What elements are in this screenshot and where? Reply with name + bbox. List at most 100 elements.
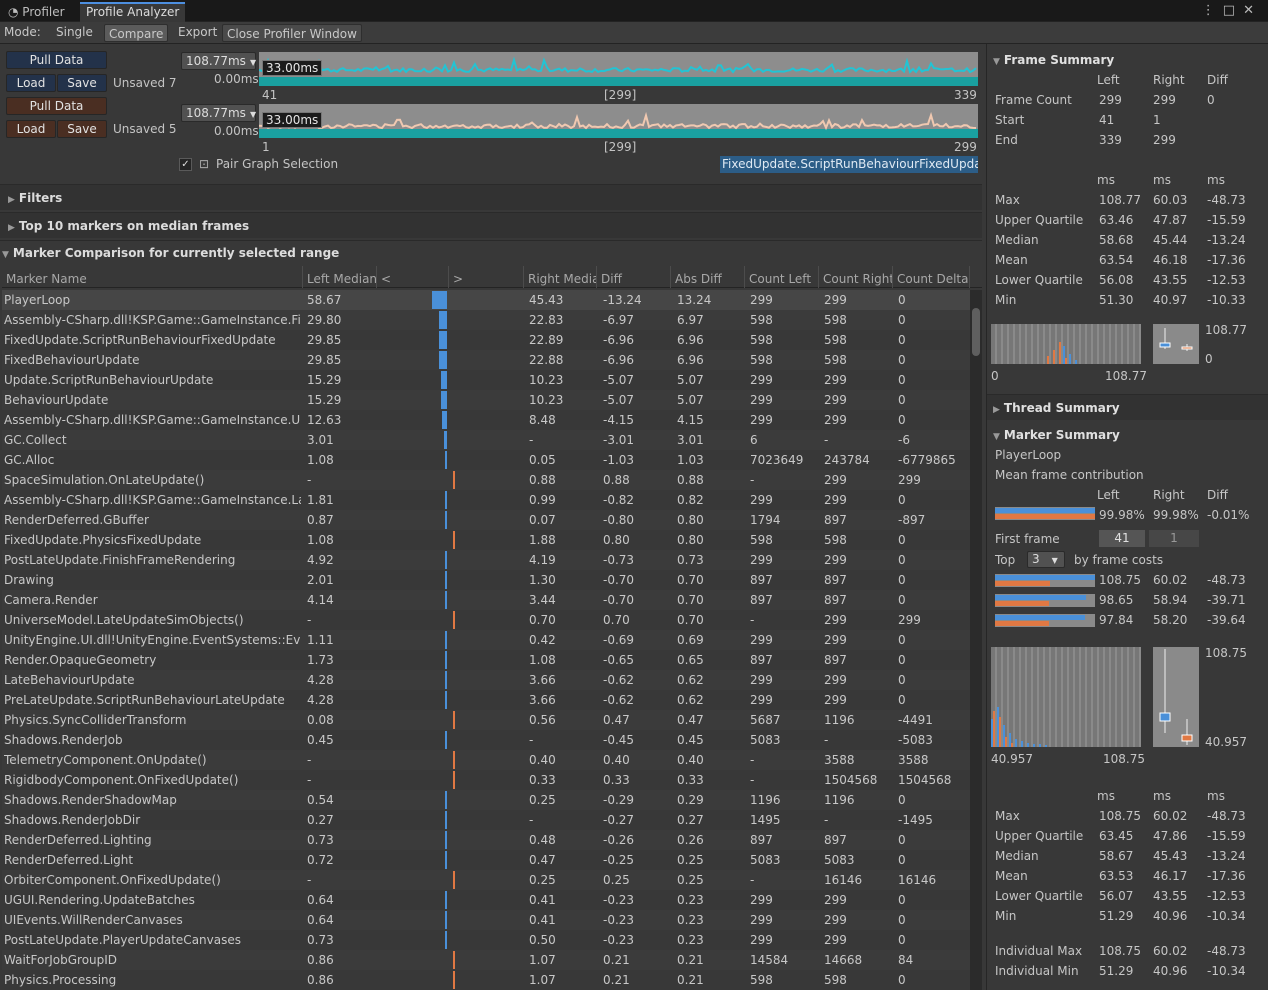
cell-right-median: 0.99 bbox=[529, 493, 556, 507]
marker-histogram-svg bbox=[991, 647, 1139, 747]
table-row[interactable]: Shadows.RenderJob 0.45 - -0.45 0.45 5083 - -508… bbox=[2, 730, 970, 750]
close-icon[interactable]: ✕ bbox=[1243, 3, 1262, 18]
table-row[interactable]: FixedUpdate.PhysicsFixedUpdate 1.08 1.88 0.… bbox=[2, 530, 970, 550]
cell-left-median: - bbox=[307, 613, 312, 627]
more-options-icon[interactable]: ⋮ bbox=[1202, 3, 1223, 18]
right-max-value: 108.77ms bbox=[186, 106, 246, 120]
table-row[interactable]: UnityEngine.UI.dll!UnityEngine.EventSyst… bbox=[2, 630, 970, 650]
right-max-dropdown[interactable]: 108.77ms ▼ bbox=[181, 104, 256, 122]
ms-top-dropdown[interactable]: 3 ▼ bbox=[1027, 551, 1065, 568]
thread-summary-foldout[interactable]: ▶ Thread Summary bbox=[987, 394, 1268, 420]
ms-first-frame-left-button[interactable]: 41 bbox=[1099, 530, 1145, 547]
right-axis-mid: [299] bbox=[604, 140, 637, 154]
col-right-median[interactable]: Right Media bbox=[524, 266, 597, 288]
table-row[interactable]: Physics.Processing 0.86 1.07 0.21 0.21 598 598… bbox=[2, 970, 970, 990]
table-row[interactable]: WaitForJobGroupID 0.86 1.07 0.21 0.21 14584 14… bbox=[2, 950, 970, 970]
cell-right-median: - bbox=[529, 813, 534, 827]
load-right-button[interactable]: Load bbox=[6, 120, 56, 138]
table-row[interactable]: Physics.SyncColliderTransform 0.08 0.56 0.4… bbox=[2, 710, 970, 730]
cell-left-median: 1.08 bbox=[307, 453, 334, 467]
table-row[interactable]: Update.ScriptRunBehaviourUpdate 15.29 10.2… bbox=[2, 370, 970, 390]
table-row[interactable]: Assembly-CSharp.dll!KSP.Game::GameInstan… bbox=[2, 490, 970, 510]
table-row[interactable]: PostLateUpdate.FinishFrameRendering 4.92 4… bbox=[2, 550, 970, 570]
right-frame-graph[interactable] bbox=[259, 104, 978, 138]
col-right-bar[interactable]: > bbox=[449, 266, 524, 288]
table-row[interactable]: PostLateUpdate.PlayerUpdateCanvases 0.73 0… bbox=[2, 930, 970, 950]
table-row[interactable]: FixedBehaviourUpdate 29.85 22.88 -6.96 6.96 5… bbox=[2, 350, 970, 370]
filters-foldout[interactable]: ▶ Filters bbox=[0, 184, 982, 210]
frame-summary-title[interactable]: ▼ Frame Summary bbox=[993, 53, 1114, 67]
window-menu-icons[interactable]: ⋮□✕ bbox=[1202, 3, 1262, 18]
cell-right-median: 0.88 bbox=[529, 473, 556, 487]
cell-right-median: 0.07 bbox=[529, 513, 556, 527]
right-target-time-tag: 33.00ms bbox=[262, 112, 323, 128]
table-row[interactable]: PreLateUpdate.ScriptRunBehaviourLateUpda… bbox=[2, 690, 970, 710]
stat-value: 339 bbox=[1099, 133, 1122, 147]
pull-data-right-button[interactable]: Pull Data bbox=[6, 97, 107, 115]
table-row[interactable]: Shadows.RenderJobDir 0.27 - -0.27 0.27 1495 - -… bbox=[2, 810, 970, 830]
stat-value: 40.97 bbox=[1153, 293, 1188, 307]
table-row[interactable]: UniverseModel.LateUpdateSimObjects() - 0.7… bbox=[2, 610, 970, 630]
top10-foldout[interactable]: ▶ Top 10 markers on median frames bbox=[0, 212, 982, 238]
tab-profiler[interactable]: ◔ Profiler bbox=[2, 2, 71, 22]
export-button[interactable]: Export bbox=[174, 24, 221, 42]
col-abs-diff[interactable]: Abs Diff bbox=[671, 266, 745, 288]
table-row[interactable]: Shadows.RenderShadowMap 0.54 0.25 -0.29 0.29… bbox=[2, 790, 970, 810]
comparison-foldout[interactable]: ▼ Marker Comparison for currently selecte… bbox=[0, 240, 982, 264]
hist-left-bar bbox=[991, 719, 993, 747]
col-count-delta[interactable]: Count Delta bbox=[893, 266, 970, 288]
table-row[interactable]: RenderDeferred.Light 0.72 0.47 -0.25 0.25 508… bbox=[2, 850, 970, 870]
table-row[interactable]: OrbiterComponent.OnFixedUpdate() - 0.25 0.2… bbox=[2, 870, 970, 890]
table-row[interactable]: Camera.Render 4.14 3.44 -0.70 0.70 897 897 0 bbox=[2, 590, 970, 610]
ms-box-max: 108.75 bbox=[1205, 646, 1247, 660]
table-row[interactable]: FixedUpdate.ScriptRunBehaviourFixedUpdat… bbox=[2, 330, 970, 350]
table-row[interactable]: Assembly-CSharp.dll!KSP.Game::GameInstan… bbox=[2, 410, 970, 430]
col-diff[interactable]: Diff bbox=[597, 266, 671, 288]
scrollbar-thumb[interactable] bbox=[972, 308, 980, 356]
col-left-bar[interactable]: < bbox=[377, 266, 449, 288]
col-marker-name[interactable]: Marker Name bbox=[2, 266, 303, 288]
pull-data-left-button[interactable]: Pull Data bbox=[6, 51, 107, 69]
hist-left-bar bbox=[997, 707, 999, 747]
stat-label: Frame Count bbox=[995, 93, 1072, 107]
marker-summary-title[interactable]: ▼ Marker Summary bbox=[993, 428, 1120, 442]
table-row[interactable]: RigidbodyComponent.OnFixedUpdate() - 0.33 0… bbox=[2, 770, 970, 790]
pair-graph-checkbox[interactable]: ✓ bbox=[179, 158, 192, 171]
stat-value: 299 bbox=[1099, 93, 1122, 107]
table-row[interactable]: UGUI.Rendering.UpdateBatches 0.64 0.41 -0.2… bbox=[2, 890, 970, 910]
table-row[interactable]: Render.OpaqueGeometry 1.73 1.08 -0.65 0.65 89… bbox=[2, 650, 970, 670]
table-row[interactable]: BehaviourUpdate 15.29 10.23 -5.07 5.07 299 299… bbox=[2, 390, 970, 410]
save-left-button[interactable]: Save bbox=[57, 74, 107, 92]
load-left-button[interactable]: Load bbox=[6, 74, 56, 92]
col-count-left[interactable]: Count Left bbox=[745, 266, 819, 288]
cell-count-right: - bbox=[824, 813, 829, 827]
left-frame-graph[interactable] bbox=[259, 52, 978, 86]
table-row[interactable]: Assembly-CSharp.dll!KSP.Game::GameInstan… bbox=[2, 310, 970, 330]
stat-label: Upper Quartile bbox=[995, 213, 1084, 227]
table-row[interactable]: RenderDeferred.Lighting 0.73 0.48 -0.26 0.26… bbox=[2, 830, 970, 850]
table-row[interactable]: PlayerLoop 58.67 45.43 -13.24 13.24 299 299 0 bbox=[2, 290, 970, 310]
hist-right-bar bbox=[1011, 743, 1013, 747]
table-row[interactable]: UIEvents.WillRenderCanvases 0.64 0.41 -0.23… bbox=[2, 910, 970, 930]
table-row[interactable]: GC.Collect 3.01 - -3.01 3.01 6 - -6 bbox=[2, 430, 970, 450]
col-count-right[interactable]: Count Right bbox=[819, 266, 893, 288]
mode-compare-button[interactable]: Compare bbox=[104, 24, 169, 42]
cell-count-left: 1196 bbox=[750, 793, 781, 807]
maximize-icon[interactable]: □ bbox=[1223, 3, 1243, 18]
mode-single-button[interactable]: Single bbox=[52, 24, 97, 42]
save-right-button[interactable]: Save bbox=[57, 120, 107, 138]
table-row[interactable]: Drawing 2.01 1.30 -0.70 0.70 897 897 0 bbox=[2, 570, 970, 590]
close-profiler-window-button[interactable]: Close Profiler Window bbox=[222, 24, 362, 42]
col-left-median[interactable]: Left Median bbox=[303, 266, 377, 288]
table-scrollbar[interactable] bbox=[970, 290, 982, 990]
ms-first-frame-right-button[interactable]: 1 bbox=[1149, 530, 1199, 547]
table-row[interactable]: TelemetryComponent.OnUpdate() - 0.40 0.40 0.… bbox=[2, 750, 970, 770]
table-row[interactable]: RenderDeferred.GBuffer 0.87 0.07 -0.80 0.80 1… bbox=[2, 510, 970, 530]
table-row[interactable]: SpaceSimulation.OnLateUpdate() - 0.88 0.88 0… bbox=[2, 470, 970, 490]
table-row[interactable]: GC.Alloc 1.08 0.05 -1.03 1.03 7023649 243784 -6… bbox=[2, 450, 970, 470]
tab-profile-analyzer[interactable]: Profile Analyzer bbox=[80, 2, 186, 22]
left-max-dropdown[interactable]: 108.77ms ▼ bbox=[181, 52, 256, 70]
table-row[interactable]: LateBehaviourUpdate 4.28 3.66 -0.62 0.62 299 2… bbox=[2, 670, 970, 690]
hist-bin bbox=[1117, 324, 1121, 364]
ms-box-min: 40.957 bbox=[1205, 735, 1247, 749]
